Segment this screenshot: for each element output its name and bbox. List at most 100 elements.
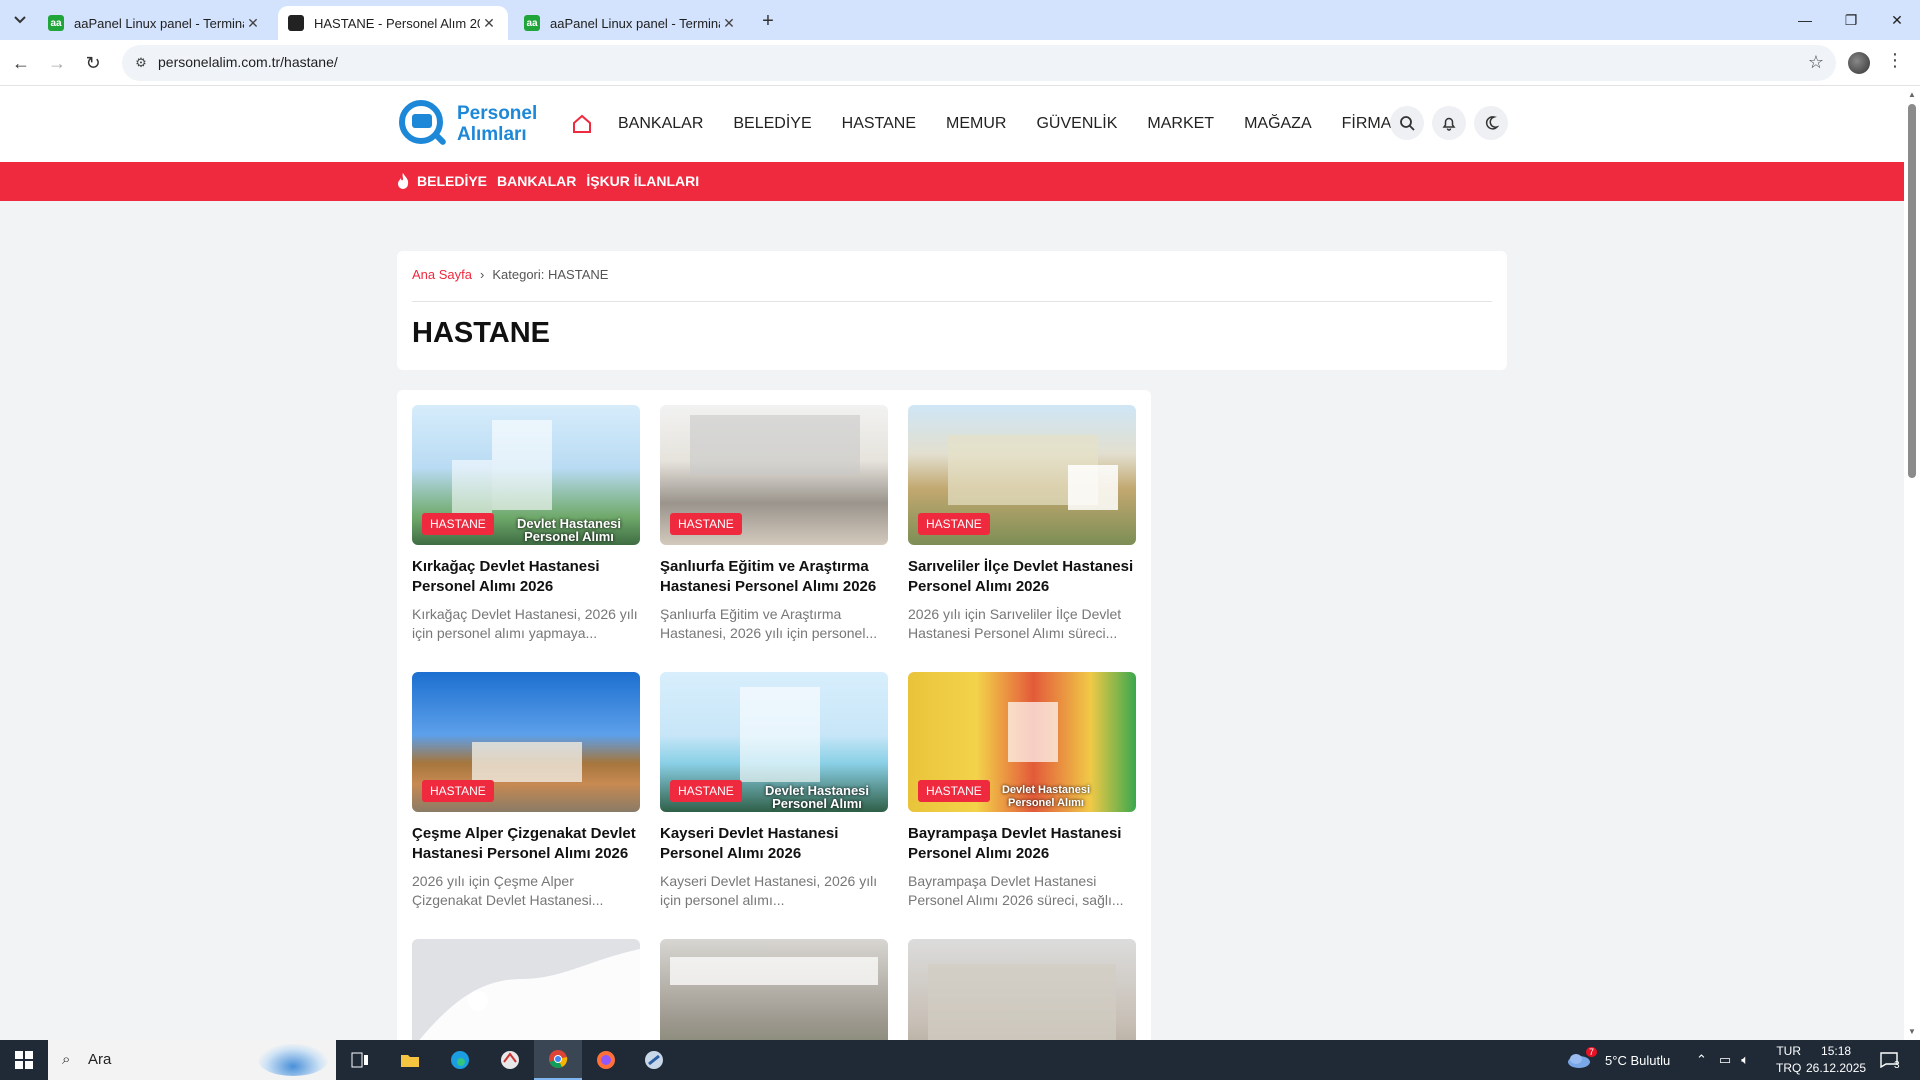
bell-icon [1442,117,1456,131]
post-card[interactable]: HASTANE Devlet Hastanesi Personel Alımı … [412,405,640,643]
forward-button[interactable]: → [44,50,70,76]
category-badge[interactable]: HASTANE [670,513,742,535]
remote-app-button[interactable] [630,1040,678,1080]
site-header: Personel Alımları BANKALAR BELEDİYE HAST… [0,86,1904,162]
restore-button[interactable]: ❐ [1828,0,1874,40]
thumbnail-caption: Devlet Hastanesi Personel Alımı [516,516,622,544]
site-logo[interactable]: Personel Alımları [397,98,537,150]
tab-label: aaPanel Linux panel - Terminal [550,15,720,31]
nav-item-belediye[interactable]: BELEDİYE [733,115,811,133]
post-thumbnail-placeholder[interactable] [412,939,640,1040]
post-thumbnail[interactable]: HASTANE [660,405,888,545]
breadcrumb-home-link[interactable]: Ana Sayfa [412,267,472,282]
reload-button[interactable]: ↻ [80,50,106,76]
post-title[interactable]: Kırkağaç Devlet Hastanesi Personel Alımı… [412,557,640,597]
scrollbar-thumb[interactable] [1908,104,1916,478]
file-explorer-button[interactable] [386,1040,434,1080]
post-title[interactable]: Kayseri Devlet Hastanesi Personel Alımı … [660,824,888,864]
volume-icon[interactable]: 🔈︎ [1741,1052,1749,1068]
nav-item-guvenlik[interactable]: GÜVENLİK [1036,115,1117,133]
trending-link-bankalar[interactable]: BANKALAR [497,173,576,189]
weather-widget[interactable]: 7 5°C Bulutlu [1566,1040,1670,1080]
task-view-button[interactable] [336,1040,384,1080]
close-icon[interactable]: ✕ [480,14,498,32]
close-icon[interactable]: ✕ [244,14,262,32]
post-thumbnail[interactable]: HASTANE Devlet Hastanesi Personel Alımı [660,672,888,812]
category-badge[interactable]: HASTANE [918,513,990,535]
back-button[interactable]: ← [8,50,34,76]
home-icon[interactable] [572,114,592,134]
chevron-up-icon[interactable]: ⌃ [1696,1052,1707,1068]
nav-item-memur[interactable]: MEMUR [946,115,1006,133]
thumbnail-caption: Devlet Hastanesi Personel Alımı [764,783,870,811]
tab-aapanel-2[interactable]: aa aaPanel Linux panel - Terminal ✕ [514,6,748,40]
notification-center-button[interactable]: 3 [1880,1040,1900,1080]
post-card[interactable] [908,939,1136,1040]
address-bar[interactable]: ⚙ personelalim.com.tr/hastane/ ☆ [122,45,1836,81]
new-tab-button[interactable]: + [756,9,780,33]
post-title[interactable]: Bayrampaşa Devlet Hastanesi Personel Alı… [908,824,1136,864]
network-icon[interactable]: ▭ [1719,1052,1731,1068]
post-thumbnail[interactable]: HASTANE Devlet Hastanesi Personel Alımı [908,672,1136,812]
post-thumbnail[interactable]: HASTANE Devlet Hastanesi Personel Alımı [412,405,640,545]
category-badge[interactable]: HASTANE [422,780,494,802]
nav-item-hastane[interactable]: HASTANE [842,115,916,133]
post-card[interactable]: HASTANE Şanlıurfa Eğitim ve Araştırma Ha… [660,405,888,643]
category-badge[interactable]: HASTANE [918,780,990,802]
post-card[interactable]: HASTANE Sarıveliler İlçe Devlet Hastanes… [908,405,1136,643]
weather-text: 5°C Bulutlu [1605,1052,1671,1068]
close-window-button[interactable]: ✕ [1874,0,1920,40]
post-thumbnail[interactable]: HASTANE [908,405,1136,545]
clock[interactable]: 15:18 26.12.2025 [1806,1043,1866,1077]
system-tray: ⌃ ▭ 🔈︎ [1696,1040,1749,1080]
post-title[interactable]: Sarıveliler İlçe Devlet Hastanesi Person… [908,557,1136,597]
post-card[interactable]: HASTANE Devlet Hastanesi Personel Alımı … [908,672,1136,910]
post-card[interactable]: HASTANE Devlet Hastanesi Personel Alımı … [660,672,888,910]
start-button[interactable] [0,1040,48,1080]
edge-button[interactable] [436,1040,484,1080]
nav-item-market[interactable]: MARKET [1147,115,1214,133]
app-button[interactable] [486,1040,534,1080]
search-button[interactable] [1390,106,1424,140]
profile-avatar[interactable] [1848,52,1870,74]
divider [412,301,1492,302]
post-thumbnail[interactable] [908,939,1136,1040]
trending-link-iskur[interactable]: İŞKUR İLANLARI [586,173,699,189]
post-card[interactable] [412,939,640,1040]
minimize-button[interactable]: — [1782,0,1828,40]
nav-item-bankalar[interactable]: BANKALAR [618,115,703,133]
site-settings-icon[interactable]: ⚙ [132,54,150,72]
browser-toolbar: ← → ↻ ⚙ personelalim.com.tr/hastane/ ☆ ⋮ [0,40,1920,86]
category-badge[interactable]: HASTANE [670,780,742,802]
notifications-button[interactable] [1432,106,1466,140]
post-thumbnail[interactable] [660,939,888,1040]
language-indicator[interactable]: TUR TRQ [1776,1043,1801,1077]
browser-menu-icon[interactable]: ⋮ [1886,50,1904,71]
search-highlight-image [258,1044,328,1076]
post-thumbnail[interactable]: HASTANE [412,672,640,812]
logo-magnifier-icon [397,98,449,150]
scroll-up-icon[interactable]: ▲ [1908,90,1916,99]
page-viewport: Personel Alımları BANKALAR BELEDİYE HAST… [0,86,1904,1040]
firefox-button[interactable] [582,1040,630,1080]
chrome-button[interactable] [534,1040,582,1080]
close-icon[interactable]: ✕ [720,14,738,32]
post-title[interactable]: Şanlıurfa Eğitim ve Araştırma Hastanesi … [660,557,888,597]
post-card[interactable] [660,939,888,1040]
scroll-down-icon[interactable]: ▼ [1908,1027,1916,1036]
dark-mode-toggle[interactable] [1474,106,1508,140]
page-scrollbar[interactable]: ▲ ▼ [1904,86,1920,1040]
taskbar-search-box[interactable]: ⌕ Ara [48,1040,336,1080]
bookmark-star-icon[interactable]: ☆ [1808,52,1824,73]
tab-aapanel-1[interactable]: aa aaPanel Linux panel - Terminal ✕ [38,6,272,40]
tab-hastane[interactable]: HASTANE - Personel Alım 2026 ✕ [278,6,508,40]
site-icon [288,15,304,31]
category-badge[interactable]: HASTANE [422,513,494,535]
tab-search-button[interactable] [8,8,32,32]
trending-link-belediye[interactable]: BELEDİYE [417,173,487,189]
post-card[interactable]: HASTANE Çeşme Alper Çizgenakat Devlet Ha… [412,672,640,910]
keyboard-layout: TRQ [1776,1061,1802,1075]
search-icon: ⌕ [62,1051,71,1068]
nav-item-magaza[interactable]: MAĞAZA [1244,115,1312,133]
post-title[interactable]: Çeşme Alper Çizgenakat Devlet Hastanesi … [412,824,640,864]
